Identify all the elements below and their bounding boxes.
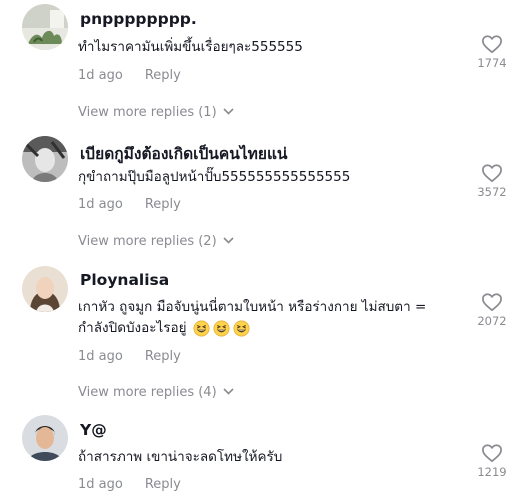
comment-meta: 1d ago Reply: [78, 477, 181, 492]
view-more-label: View more replies (4): [78, 385, 217, 400]
avatar-image: [22, 136, 68, 182]
comment-time: 1d ago: [78, 477, 123, 492]
chevron-down-icon: [223, 233, 234, 248]
comment-text-line: กำลังปิดบังอะไรอยู่: [78, 318, 473, 339]
comment-text: เกาหัว ถูจมูก มือจับนู่นนี่ตามใบหน้า หรื…: [78, 297, 473, 339]
chevron-down-icon: [223, 104, 234, 119]
like-count: 1774: [477, 56, 507, 70]
view-more-label: View more replies (2): [78, 234, 217, 249]
grinning-squinting-face-emoji: [213, 320, 230, 337]
grinning-squinting-face-emoji: [193, 320, 210, 337]
comment-meta: 1d ago Reply: [78, 68, 181, 83]
comment-text: ทำไมราคามันเพิ่มขึ้นเรื่อยๆละ555555: [78, 39, 303, 55]
comment-username[interactable]: Y@: [80, 421, 107, 439]
comment-text: ถ้าสารภาพ เขาน่าจะลดโทษให้ครับ: [78, 449, 283, 465]
avatar-image: [22, 4, 68, 50]
comment-time: 1d ago: [78, 197, 123, 212]
grinning-squinting-face-emoji: [233, 320, 250, 337]
view-more-replies-button[interactable]: View more replies (2): [78, 233, 234, 249]
like-count: 1219: [477, 465, 507, 479]
like-count: 3572: [477, 185, 507, 199]
avatar[interactable]: [22, 136, 68, 182]
avatar-image: [22, 266, 68, 312]
avatar[interactable]: [22, 266, 68, 312]
heart-outline-icon: [482, 35, 502, 54]
avatar[interactable]: [22, 415, 68, 461]
heart-outline-icon: [482, 444, 502, 463]
comment-username[interactable]: pnpppppppp.: [80, 10, 197, 28]
view-more-replies-button[interactable]: View more replies (4): [78, 384, 234, 400]
comment-text: กุขำถามปุ๊บมือลูปหน้าปั๊บ555555555555555: [78, 169, 351, 185]
comment-time: 1d ago: [78, 349, 123, 364]
like-button[interactable]: 3572: [472, 163, 512, 199]
reply-button[interactable]: Reply: [145, 349, 181, 364]
comment-username[interactable]: Ploynalisa: [80, 271, 169, 289]
reply-button[interactable]: Reply: [145, 197, 181, 212]
comment-username[interactable]: เบียดกูมึงต้องเกิดเป็นคนไทยแน่: [80, 141, 288, 166]
view-more-replies-button[interactable]: View more replies (1): [78, 104, 234, 120]
view-more-label: View more replies (1): [78, 105, 217, 120]
reply-button[interactable]: Reply: [145, 68, 181, 83]
like-button[interactable]: 1774: [472, 34, 512, 70]
heart-outline-icon: [482, 293, 502, 312]
comment-text-segment: กำลังปิดบังอะไรอยู่: [78, 320, 187, 336]
comment-meta: 1d ago Reply: [78, 349, 181, 364]
avatar[interactable]: [22, 4, 68, 50]
like-button[interactable]: 2072: [472, 292, 512, 328]
comment-text-line: เกาหัว ถูจมูก มือจับนู่นนี่ตามใบหน้า หรื…: [78, 299, 427, 315]
reply-button[interactable]: Reply: [145, 477, 181, 492]
avatar-image: [22, 415, 68, 461]
like-button[interactable]: 1219: [472, 443, 512, 479]
comment-time: 1d ago: [78, 68, 123, 83]
chevron-down-icon: [223, 384, 234, 399]
comment-meta: 1d ago Reply: [78, 197, 181, 212]
like-count: 2072: [477, 314, 507, 328]
heart-outline-icon: [482, 164, 502, 183]
